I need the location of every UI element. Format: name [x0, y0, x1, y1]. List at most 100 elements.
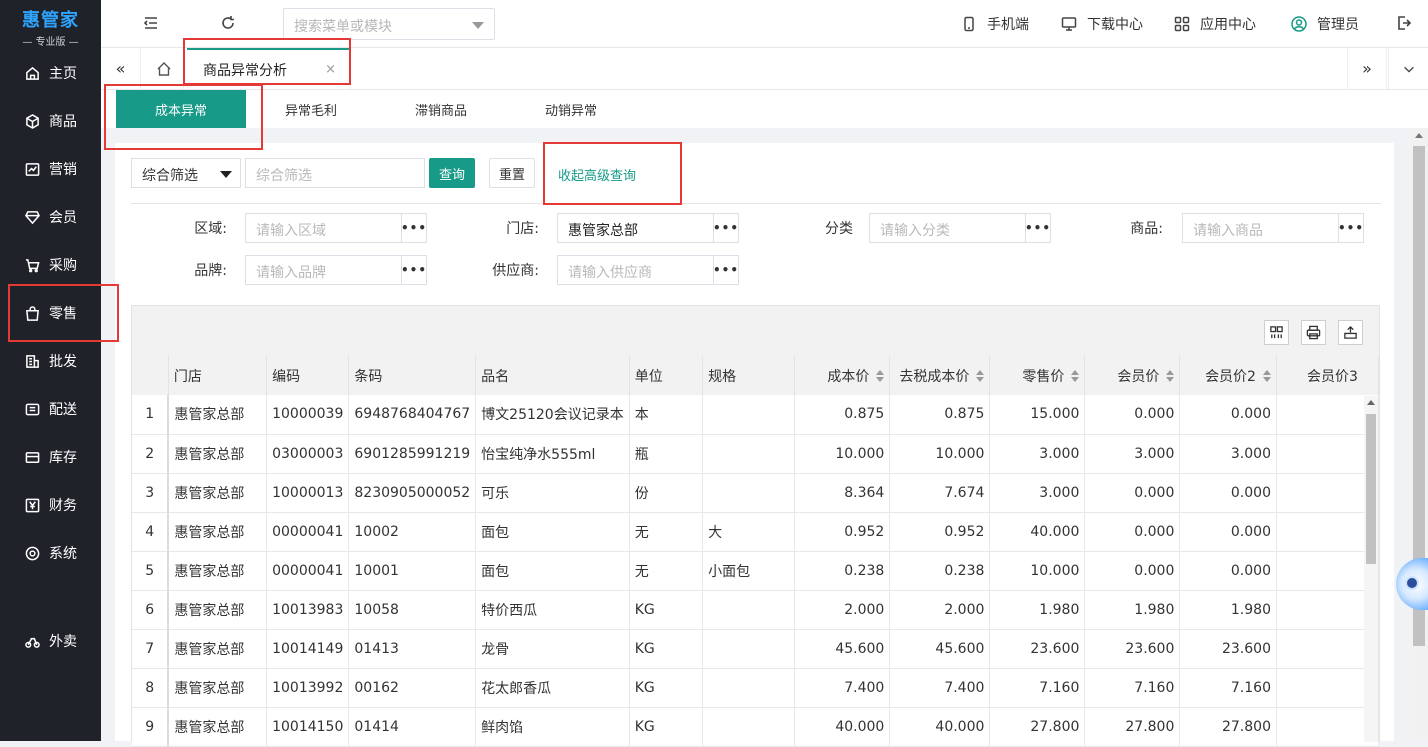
export-icon[interactable]: [1338, 320, 1363, 345]
table-row[interactable]: 6 惠管家总部 10013983 10058 特价西瓜 KG 2.000 2.000 1.980…: [132, 590, 1380, 630]
tabs-scroll-right-icon[interactable]: »: [1347, 48, 1387, 89]
store-field[interactable]: 惠管家总部 •••: [557, 213, 739, 243]
col-header-cost-ex-tax[interactable]: 去税成本价: [889, 356, 991, 395]
table-row[interactable]: 2 惠管家总部 03000003 6901285991219 怡宝纯净水555ml 瓶 10…: [132, 434, 1380, 474]
mobile-link[interactable]: 手机端: [961, 14, 1029, 34]
col-header-member-price-2[interactable]: 会员价2: [1179, 356, 1277, 395]
product-picker-button[interactable]: •••: [1338, 214, 1363, 242]
sidebar-item-marketing[interactable]: 营销: [0, 145, 101, 193]
table-row[interactable]: 3 惠管家总部 10000013 8230905000052 可乐份 8.364 7.674…: [132, 473, 1380, 513]
table-cell: 1.980: [1179, 590, 1277, 630]
table-cell: 10000039: [266, 395, 350, 435]
sidebar-item-members[interactable]: 会员: [0, 193, 101, 241]
col-header-member-price-3[interactable]: 会员价3: [1276, 356, 1380, 395]
scroll-up-icon[interactable]: [1367, 400, 1375, 405]
sidebar-item-products[interactable]: 商品: [0, 97, 101, 145]
sidebar-item-retail[interactable]: 零售: [0, 289, 101, 337]
table-row[interactable]: 9 惠管家总部 10014150 01414 鲜肉馅 KG 40.000 40.000 27.8…: [132, 707, 1380, 747]
table-row[interactable]: 8 惠管家总部 10013992 00162 花太郎香瓜 KG 7.400 7.400 7.16…: [132, 668, 1380, 708]
table-cell: 3.000: [1179, 434, 1277, 474]
sidebar-item-label: 配送: [49, 402, 77, 418]
collapse-menu-icon[interactable]: [142, 14, 160, 32]
col-header-cost[interactable]: 成本价: [794, 356, 891, 395]
region-picker-button[interactable]: •••: [401, 214, 426, 242]
table-row[interactable]: 5 惠管家总部 00000041 10001 面包无小面包 0.238 0.238 10.00…: [132, 551, 1380, 591]
sort-icon[interactable]: [876, 370, 885, 382]
table-row[interactable]: 1 惠管家总部 10000039 6948768404767 博文25120会议记录本本…: [132, 395, 1380, 435]
sort-icon[interactable]: [1262, 370, 1271, 382]
col-header-name[interactable]: 品名: [475, 356, 630, 395]
user-menu[interactable]: 管理员: [1291, 14, 1359, 34]
col-header-member-price[interactable]: 会员价: [1084, 356, 1181, 395]
sort-icon[interactable]: [1166, 370, 1175, 382]
table-cell: 23.600: [989, 629, 1086, 669]
col-header-store[interactable]: 门店: [168, 356, 268, 395]
menu-search-select[interactable]: 搜索菜单或模块: [283, 8, 495, 40]
region-field[interactable]: 请输入区域 •••: [245, 213, 427, 243]
filter-keyword-input[interactable]: 综合筛选: [245, 158, 425, 188]
table-row[interactable]: 4 惠管家总部 00000041 10002 面包无大 0.952 0.952 40.000 0…: [132, 512, 1380, 552]
assistant-float-button[interactable]: [1396, 558, 1428, 610]
table-cell: 45.600: [794, 629, 891, 669]
scroll-up-icon[interactable]: [1415, 133, 1423, 138]
table-cell: 花太郎香瓜: [475, 668, 630, 708]
subtab-cost-abnormal[interactable]: 成本异常: [116, 90, 246, 128]
sidebar: 惠管家 — 专业版 — 主页 商品 营销 会员 采购 零售 批发 配送 库存 财…: [0, 0, 101, 741]
sidebar-item-finance[interactable]: 财务: [0, 481, 101, 529]
product-field[interactable]: 请输入商品 •••: [1182, 213, 1364, 243]
query-button[interactable]: 查询: [429, 158, 475, 188]
brand-field[interactable]: 请输入品牌 •••: [245, 255, 427, 285]
sidebar-item-purchase[interactable]: 采购: [0, 241, 101, 289]
table-row[interactable]: 7 惠管家总部 10014149 01413 龙骨 KG 45.600 45.600 23.60…: [132, 629, 1380, 669]
subtab-slow-moving[interactable]: 滞销商品: [376, 90, 506, 128]
user-name: 管理员: [1317, 17, 1359, 33]
col-header-barcode[interactable]: 条码: [348, 356, 477, 395]
subtab-abnormal-margin[interactable]: 异常毛利: [246, 90, 376, 128]
divider: [131, 203, 1381, 204]
sidebar-item-system[interactable]: 系统: [0, 529, 101, 577]
sidebar-item-home[interactable]: 主页: [0, 49, 101, 97]
category-picker-button[interactable]: •••: [1025, 214, 1050, 242]
sidebar-item-takeaway[interactable]: 外卖: [0, 617, 101, 665]
row-index: 1: [132, 395, 169, 435]
table-cell: 1.980: [1084, 590, 1181, 630]
table-cell: [702, 629, 796, 669]
download-center-link[interactable]: 下载中心: [1061, 14, 1143, 34]
refresh-icon[interactable]: [219, 14, 237, 32]
supplier-field[interactable]: 请输入供应商 •••: [557, 255, 739, 285]
column-settings-icon[interactable]: [1264, 320, 1289, 345]
grid-vertical-scrollbar[interactable]: [1364, 396, 1378, 742]
col-header-unit[interactable]: 单位: [629, 356, 704, 395]
reset-button[interactable]: 重置: [489, 158, 535, 188]
app-center-link[interactable]: 应用中心: [1174, 14, 1256, 34]
supplier-picker-button[interactable]: •••: [713, 256, 738, 284]
home-tab[interactable]: [144, 48, 184, 89]
category-field[interactable]: 请输入分类 •••: [869, 213, 1051, 243]
print-icon[interactable]: [1301, 320, 1326, 345]
logout-icon[interactable]: [1395, 14, 1413, 32]
col-header-spec[interactable]: 规格: [702, 356, 796, 395]
table-cell: 8.364: [794, 473, 891, 513]
sidebar-item-distribution[interactable]: 配送: [0, 385, 101, 433]
subtab-sales-abnormal[interactable]: 动销异常: [506, 90, 636, 128]
user-avatar-icon: [1291, 16, 1307, 32]
tabs-scroll-left-icon[interactable]: «: [101, 48, 141, 89]
tabs-dropdown-icon[interactable]: [1388, 48, 1428, 89]
sort-icon[interactable]: [976, 370, 985, 382]
store-picker-button[interactable]: •••: [713, 214, 738, 242]
table-cell: 10013992: [266, 668, 350, 708]
close-icon[interactable]: ×: [325, 62, 336, 77]
brand-picker-button[interactable]: •••: [401, 256, 426, 284]
col-header-code[interactable]: 编码: [266, 356, 350, 395]
tab-abnormal-product-analysis[interactable]: 商品异常分析 ×: [187, 48, 351, 89]
col-header-retail-price[interactable]: 零售价: [989, 356, 1086, 395]
chevron-down-icon: [472, 22, 484, 29]
collapse-advanced-link[interactable]: 收起高级查询: [558, 165, 636, 184]
page-vertical-scrollbar[interactable]: [1410, 128, 1428, 741]
sidebar-item-wholesale[interactable]: 批发: [0, 337, 101, 385]
filter-type-select[interactable]: 综合筛选: [131, 158, 241, 188]
sub-tabs: 成本异常 异常毛利 滞销商品 动销异常: [101, 90, 1428, 128]
scroll-thumb[interactable]: [1366, 414, 1376, 564]
sort-icon[interactable]: [1071, 370, 1080, 382]
sidebar-item-inventory[interactable]: 库存: [0, 433, 101, 481]
